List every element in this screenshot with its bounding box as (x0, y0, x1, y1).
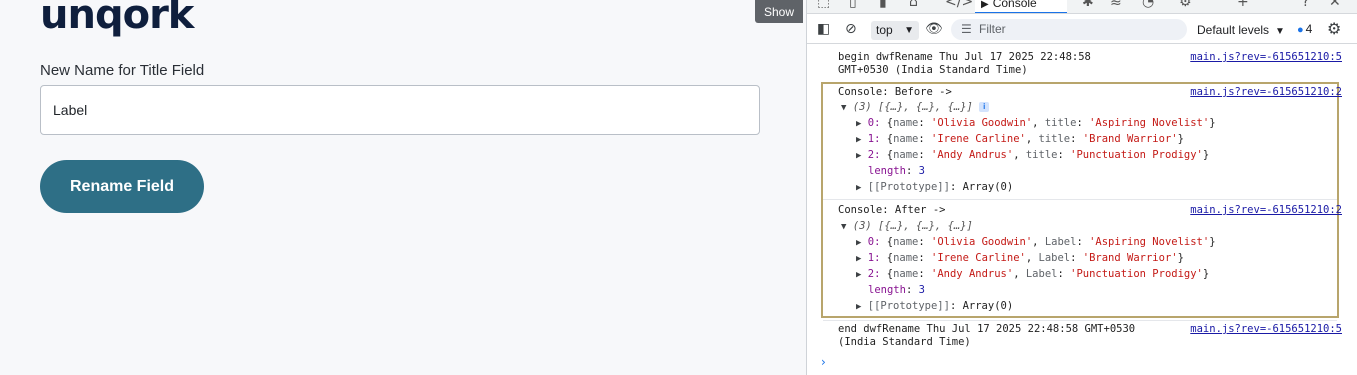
log-levels-dropdown[interactable]: Default levels ▼ (1197, 23, 1285, 37)
array-summary-after[interactable]: ▼ (3) [{…}, {…}, {…}] (841, 220, 973, 234)
live-expression-eye-icon[interactable]: 👁 (925, 21, 943, 37)
console-prompt-chevron-icon[interactable]: › (821, 355, 826, 369)
array-length: length: 3 (868, 284, 925, 296)
sources-icon[interactable]: ✱ (1082, 0, 1094, 10)
issue-count: 4 (1305, 22, 1313, 36)
devtools-tabbar: ⬚ ▯ ▮ ⌂ </> ▶ Console ✱ ≋ ◔ ⚙ + ? ✕ (807, 0, 1357, 14)
source-link[interactable]: main.js?rev=-615651210:5 (1190, 51, 1342, 63)
message-divider (823, 320, 1337, 321)
device-icon[interactable]: ▯ (849, 0, 857, 10)
show-button[interactable]: Show (755, 0, 803, 23)
unqork-logo: unqork (40, 0, 194, 38)
filter-icon: ☰ (961, 22, 972, 36)
inspect-icon[interactable]: ⬚ (817, 0, 830, 10)
end-line1: end dwfRename Thu Jul 17 2025 22:48:58 G… (838, 323, 1136, 335)
array-summary-before[interactable]: ▼ (3) [{…}, {…}, {…}] i (841, 101, 990, 115)
field-label: New Name for Title Field (40, 62, 205, 79)
issues-bubble-icon: ● (1297, 24, 1304, 36)
tab-console[interactable]: ▶ Console (975, 0, 1067, 13)
welcome-icon[interactable]: ⌂ (909, 0, 918, 10)
filter-input[interactable]: ☰ Filter (951, 19, 1187, 40)
chevron-down-icon: ▼ (904, 25, 914, 36)
context-value: top (876, 23, 893, 37)
source-link[interactable]: main.js?rev=-615651210:5 (1190, 323, 1342, 335)
device-toolbar-icon[interactable]: ▮ (879, 0, 887, 10)
array-item[interactable]: ▶ 0: {name: 'Olivia Goodwin', title: 'As… (856, 117, 1216, 131)
source-link[interactable]: main.js?rev=-615651210:2 (1190, 204, 1342, 216)
expanded-triangle-icon: ▼ (841, 103, 847, 113)
rename-field-button[interactable]: Rename Field (40, 160, 204, 213)
app-pane: unqork New Name for Title Field Rename F… (0, 0, 806, 375)
levels-label: Default levels (1197, 23, 1270, 37)
console-settings-gear-icon[interactable]: ⚙ (1327, 19, 1341, 38)
collapsed-triangle-icon: ▶ (856, 270, 862, 280)
settings-tab-icon[interactable]: ⚙ (1179, 0, 1192, 10)
sidebar-toggle-icon[interactable]: ◧ (817, 21, 830, 37)
array-item[interactable]: ▶ 1: {name: 'Irene Carline', Label: 'Bra… (856, 252, 1184, 266)
console-output: begin dwfRename Thu Jul 17 2025 22:48:58… (807, 45, 1357, 375)
collapsed-triangle-icon: ▶ (856, 119, 862, 129)
collapsed-triangle-icon: ▶ (856, 135, 862, 145)
after-label: Console: After -> (838, 204, 946, 216)
collapsed-triangle-icon: ▶ (856, 238, 862, 248)
filter-placeholder: Filter (979, 22, 1006, 36)
array-prototype[interactable]: ▶ [[Prototype]]: Array(0) (856, 181, 1013, 195)
close-icon[interactable]: ✕ (1329, 0, 1341, 10)
new-name-input[interactable] (40, 85, 760, 135)
clear-console-icon[interactable]: ⊘ (845, 21, 857, 37)
elements-icon[interactable]: </> (945, 0, 973, 10)
performance-icon[interactable]: ◔ (1142, 0, 1154, 10)
array-prototype[interactable]: ▶ [[Prototype]]: Array(0) (856, 300, 1013, 314)
help-icon[interactable]: ? (1302, 0, 1309, 10)
collapsed-triangle-icon: ▶ (856, 254, 862, 264)
info-icon: i (979, 102, 990, 112)
source-link[interactable]: main.js?rev=-615651210:2 (1190, 86, 1342, 98)
collapsed-triangle-icon: ▶ (856, 183, 862, 193)
tab-console-label: Console (992, 0, 1037, 10)
array-item[interactable]: ▶ 2: {name: 'Andy Andrus', Label: 'Punct… (856, 268, 1209, 282)
expanded-triangle-icon: ▼ (841, 222, 847, 232)
begin-line1: begin dwfRename Thu Jul 17 2025 22:48:58 (838, 51, 1091, 63)
end-line2: (India Standard Time) (838, 336, 971, 348)
devtools-panel: ⬚ ▯ ▮ ⌂ </> ▶ Console ✱ ≋ ◔ ⚙ + ? ✕ ◧ ⊘ t… (806, 0, 1357, 375)
network-icon[interactable]: ≋ (1110, 0, 1122, 10)
add-tab-icon[interactable]: + (1237, 0, 1249, 10)
array-item[interactable]: ▶ 2: {name: 'Andy Andrus', title: 'Punct… (856, 149, 1209, 163)
console-icon: ▶ (981, 0, 989, 10)
array-item[interactable]: ▶ 1: {name: 'Irene Carline', title: 'Bra… (856, 133, 1184, 147)
chevron-down-icon: ▼ (1275, 26, 1285, 37)
array-item[interactable]: ▶ 0: {name: 'Olivia Goodwin', Label: 'As… (856, 236, 1216, 250)
before-label: Console: Before -> (838, 86, 952, 98)
console-toolbar: ◧ ⊘ top ▼ 👁 ☰ Filter Default levels ▼ ● 4 … (807, 16, 1357, 44)
message-divider (823, 199, 1337, 200)
array-length: length: 3 (868, 165, 925, 177)
begin-line2: GMT+0530 (India Standard Time) (838, 64, 1028, 76)
context-select[interactable]: top ▼ (871, 21, 919, 40)
collapsed-triangle-icon: ▶ (856, 302, 862, 312)
collapsed-triangle-icon: ▶ (856, 151, 862, 161)
issues-counter[interactable]: ● 4 (1297, 22, 1312, 36)
